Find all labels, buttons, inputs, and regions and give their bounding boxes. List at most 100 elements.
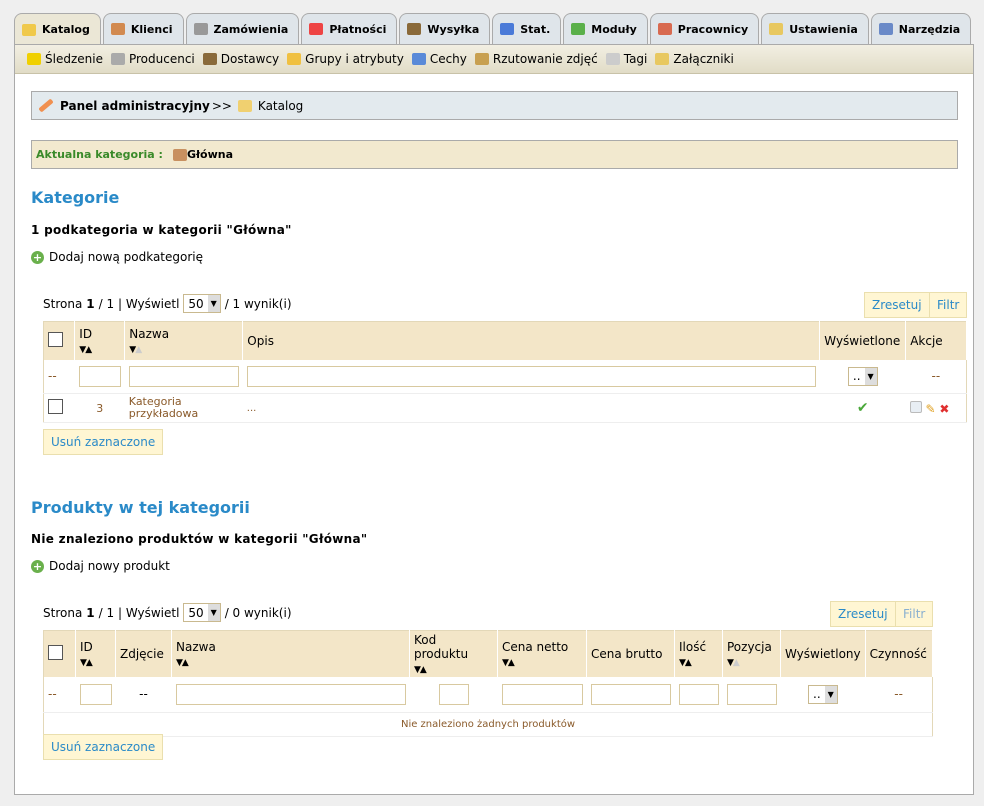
- page-number: 1: [86, 296, 95, 311]
- per-page-value: 50: [188, 296, 204, 311]
- sort-arrows-icon[interactable]: ▼▲: [129, 345, 142, 355]
- attachment-icon: [655, 53, 670, 65]
- subnav-item-3[interactable]: Grupy i atrybuty: [287, 52, 404, 66]
- subnav-label: Grupy i atrybuty: [305, 52, 404, 66]
- per-page-select[interactable]: 50 ▼: [183, 603, 221, 622]
- filter-row: -- .. ▼ --: [43, 359, 967, 394]
- categories-title: Kategorie: [31, 188, 120, 207]
- subnav-item-7[interactable]: Załączniki: [655, 52, 734, 66]
- subnav-item-4[interactable]: Cechy: [411, 52, 467, 66]
- tab-4[interactable]: Wysyłka: [399, 13, 491, 44]
- wrench-icon: [878, 23, 893, 35]
- displayed-filter-select[interactable]: .. ▼: [847, 366, 878, 386]
- delete-icon[interactable]: ✖: [939, 402, 949, 416]
- empty-message: Nie znaleziono żadnych produktów: [43, 712, 933, 737]
- view-icon[interactable]: [909, 400, 922, 413]
- current-category-bar: Aktualna kategoria : Główna: [31, 140, 958, 169]
- tab-5[interactable]: Stat.: [492, 13, 562, 44]
- tab-9[interactable]: Narzędzia: [870, 13, 972, 44]
- subnav-label: Rzutowanie zdjęć: [492, 52, 598, 66]
- chart-icon: [500, 23, 515, 35]
- subnav-item-2[interactable]: Dostawcy: [202, 52, 279, 66]
- add-category-link[interactable]: + Dodaj nową podkategorię: [31, 250, 203, 264]
- edit-icon[interactable]: ✎: [926, 402, 936, 416]
- sort-arrows-icon[interactable]: ▼▲: [727, 658, 740, 668]
- products-table: ID ▼▲ Zdjęcie Nazwa ▼▲ Kod produktu ▼▲ Cena…: [43, 630, 934, 737]
- empty-row: Nie znaleziono żadnych produktów: [43, 712, 933, 737]
- sort-arrows-icon[interactable]: ▼▲: [79, 345, 92, 355]
- tab-label: Stat.: [520, 22, 551, 36]
- table-row[interactable]: 3 Kategoria przykładowa ... ✔ ✎ ✖: [43, 393, 967, 423]
- tab-label: Narzędzia: [898, 22, 961, 36]
- header-actions: Akcje: [905, 321, 967, 360]
- breadcrumb: Panel administracyjny >> Katalog: [31, 91, 958, 120]
- description-filter-input[interactable]: [246, 365, 816, 387]
- sort-arrows-icon[interactable]: ▼▲: [679, 658, 692, 668]
- breadcrumb-root[interactable]: Panel administracyjny: [60, 99, 210, 113]
- tab-2[interactable]: Zamówienia: [185, 13, 300, 44]
- net-price-filter-input[interactable]: [501, 683, 583, 705]
- delete-selected-button[interactable]: Usuń zaznaczone: [43, 734, 164, 760]
- filter-button[interactable]: Filtr: [895, 601, 934, 627]
- select-all-checkbox[interactable]: [48, 645, 63, 660]
- subnav-item-1[interactable]: Producenci: [110, 52, 195, 66]
- status-dash: --: [865, 677, 933, 713]
- tab-6[interactable]: Moduły: [563, 13, 648, 44]
- add-icon: +: [31, 559, 44, 573]
- name-filter-input[interactable]: [128, 365, 239, 387]
- row-checkbox[interactable]: [48, 399, 63, 414]
- results-count: / 1 wynik(i): [224, 296, 292, 311]
- tab-label: Wysyłka: [427, 22, 480, 36]
- sort-arrows-icon[interactable]: ▼▲: [414, 665, 427, 675]
- tab-8[interactable]: Ustawienia: [761, 13, 869, 44]
- per-page-select[interactable]: 50 ▼: [183, 294, 221, 313]
- sort-arrows-icon[interactable]: ▼▲: [176, 658, 189, 668]
- add-product-link[interactable]: + Dodaj nowy produkt: [31, 559, 170, 573]
- supplier-icon: [202, 53, 217, 65]
- subnav-label: Cechy: [429, 52, 467, 66]
- tab-3[interactable]: Płatności: [301, 13, 398, 44]
- header-gross-price: Cena brutto: [586, 630, 675, 677]
- displayed-filter-select[interactable]: .. ▼: [808, 684, 838, 704]
- tab-0[interactable]: Katalog: [14, 13, 101, 45]
- current-category-value[interactable]: Główna: [187, 148, 233, 161]
- position-filter-input[interactable]: [726, 683, 777, 705]
- settings-icon: [769, 23, 784, 35]
- check-icon[interactable]: ✔: [819, 393, 906, 423]
- sort-arrows-icon[interactable]: ▼▲: [502, 658, 515, 668]
- categories-count: 1 podkategoria w kategorii "Główna": [31, 223, 292, 237]
- employee-icon: [657, 23, 672, 35]
- quantity-filter-input[interactable]: [678, 683, 719, 705]
- subnav-item-6[interactable]: Tagi: [605, 52, 648, 66]
- reset-button[interactable]: Zresetuj: [864, 292, 930, 318]
- filter-button[interactable]: Filtr: [929, 292, 968, 318]
- subnav-item-5[interactable]: Rzutowanie zdjęć: [474, 52, 598, 66]
- delete-selected-button[interactable]: Usuń zaznaczone: [43, 429, 164, 455]
- tab-1[interactable]: Klienci: [102, 13, 184, 44]
- header-status: Czynność: [865, 630, 934, 677]
- header-description: Opis: [242, 321, 821, 360]
- sort-arrows-icon[interactable]: ▼▲: [80, 658, 93, 668]
- image-dash: --: [115, 677, 172, 713]
- main-tabs: Katalog Klienci Zamówienia Płatności Wysyłka…: [14, 13, 972, 45]
- header-id: ID: [80, 640, 93, 654]
- subnav-item-0[interactable]: Śledzenie: [27, 52, 103, 66]
- tab-7[interactable]: Pracownicy: [649, 13, 760, 44]
- id-filter-input[interactable]: [78, 365, 121, 387]
- header-net-price: Cena netto: [502, 640, 569, 654]
- select-all-checkbox[interactable]: [48, 331, 63, 347]
- products-count: Nie znaleziono produktów w kategorii "Gł…: [31, 532, 368, 546]
- reset-button[interactable]: Zresetuj: [830, 601, 896, 627]
- code-filter-input[interactable]: [438, 683, 469, 705]
- subnav-label: Tagi: [623, 52, 648, 66]
- filter-row: -- -- .. ▼ --: [43, 677, 933, 713]
- add-product-label: Dodaj nowy produkt: [49, 559, 170, 573]
- gross-price-filter-input[interactable]: [590, 683, 671, 705]
- payment-icon: [309, 23, 324, 35]
- name-filter-input[interactable]: [175, 683, 406, 705]
- tab-label: Moduły: [591, 22, 637, 36]
- chevron-down-icon: ▼: [824, 685, 837, 703]
- row-name[interactable]: Kategoria przykładowa: [124, 393, 243, 423]
- id-filter-input[interactable]: [79, 683, 112, 705]
- tab-label: Płatności: [329, 22, 387, 36]
